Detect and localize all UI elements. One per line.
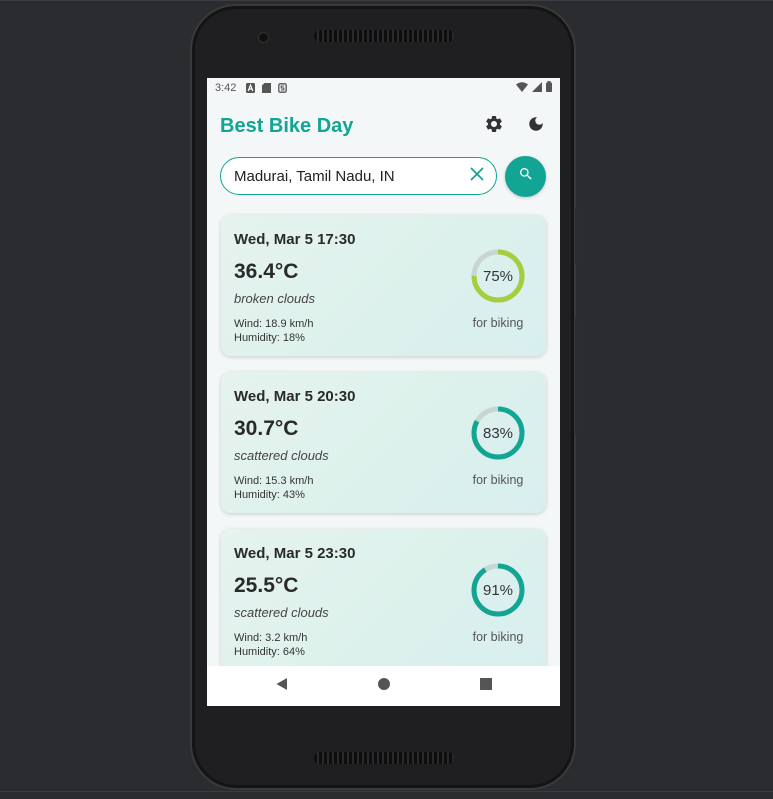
dark-mode-button[interactable] [525, 116, 547, 138]
app-title: Best Bike Day [220, 115, 354, 137]
window-bottom-edge [0, 791, 773, 792]
score-percent: 83% [483, 425, 513, 442]
wifi-icon [516, 81, 528, 95]
battery-icon [546, 81, 552, 95]
power-button[interactable] [575, 316, 578, 436]
forecast-humidity: Humidity: 64% [234, 646, 305, 658]
app-screen: 3:42 Best Bike Day Madurai, Tamil Nadu, … [207, 78, 560, 706]
top-speaker [314, 30, 454, 42]
score-percent: 75% [483, 268, 513, 285]
cellular-icon [532, 81, 542, 95]
search-box [220, 157, 497, 195]
score-label: for biking [472, 630, 524, 644]
settings-icon [484, 114, 504, 139]
score-label: for biking [472, 316, 524, 330]
forecast-card[interactable]: Wed, Mar 5 23:30 25.5°C scattered clouds… [221, 529, 546, 670]
biking-score: 75% for biking [470, 248, 526, 330]
search-row [207, 155, 560, 197]
forecast-list: Wed, Mar 5 17:30 36.4°C broken clouds Wi… [207, 215, 560, 670]
close-icon [470, 167, 484, 186]
bottom-speaker [314, 752, 454, 764]
app-bar: Best Bike Day [207, 98, 560, 155]
forecast-date: Wed, Mar 5 17:30 [234, 231, 356, 248]
back-icon [275, 677, 289, 696]
home-button[interactable] [376, 677, 392, 696]
clear-search-button[interactable] [468, 167, 486, 185]
forecast-date: Wed, Mar 5 23:30 [234, 545, 356, 562]
search-button[interactable] [505, 155, 546, 197]
search-input[interactable] [234, 167, 468, 185]
search-icon [518, 166, 534, 187]
window-top-edge [0, 0, 773, 1]
score-ring: 75% [471, 249, 525, 303]
score-label: for biking [472, 473, 524, 487]
recents-icon [479, 677, 493, 696]
settings-button[interactable] [483, 116, 505, 138]
a-icon [246, 83, 256, 93]
biking-score: 83% for biking [470, 405, 526, 487]
score-percent: 91% [483, 582, 513, 599]
forecast-humidity: Humidity: 18% [234, 332, 305, 344]
recents-button[interactable] [478, 677, 494, 696]
front-camera [258, 32, 269, 43]
status-time: 3:42 [215, 82, 237, 94]
back-button[interactable] [274, 677, 290, 696]
score-ring: 91% [471, 563, 525, 617]
home-icon [377, 677, 391, 696]
status-bar: 3:42 [207, 78, 560, 98]
forecast-date: Wed, Mar 5 20:30 [234, 388, 356, 405]
score-ring: 83% [471, 406, 525, 460]
system-nav-bar [207, 666, 560, 706]
sd-card-icon [262, 83, 272, 93]
vpn-icon [278, 83, 288, 93]
dark-mode-icon [527, 115, 545, 138]
forecast-card[interactable]: Wed, Mar 5 17:30 36.4°C broken clouds Wi… [221, 215, 546, 356]
forecast-humidity: Humidity: 43% [234, 489, 305, 501]
volume-button[interactable] [575, 208, 578, 264]
forecast-card[interactable]: Wed, Mar 5 20:30 30.7°C scattered clouds… [221, 372, 546, 513]
biking-score: 91% for biking [470, 562, 526, 644]
